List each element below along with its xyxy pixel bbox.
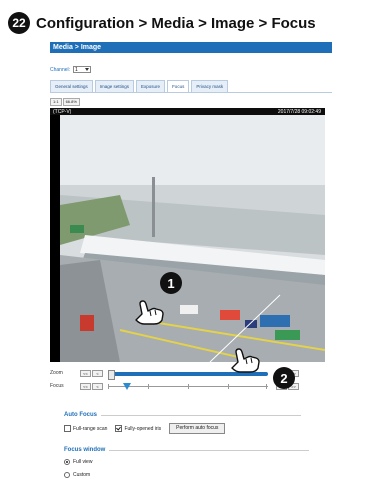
tab-focus[interactable]: Focus — [167, 80, 190, 92]
section-divider — [101, 414, 301, 416]
page-heading: 22 Configuration > Media > Image > Focus — [8, 10, 316, 36]
auto-focus-heading: Auto Focus — [64, 412, 301, 418]
channel-label: Channel: — [50, 66, 71, 73]
view-zoom-controls: 1:1 66.8% — [50, 98, 80, 106]
fully-opened-iris-checkbox[interactable] — [115, 425, 123, 432]
focus-label: Focus — [50, 383, 64, 389]
zoom-out-fast-button[interactable]: << — [80, 369, 91, 377]
tab-image-settings[interactable]: Image settings — [94, 80, 135, 92]
focus-near-button[interactable]: < — [92, 382, 103, 390]
tab-general-settings[interactable]: General settings — [50, 80, 93, 92]
tab-privacy-mask[interactable]: Privacy mask — [191, 80, 229, 92]
full-range-scan-checkbox[interactable] — [64, 425, 71, 432]
tab-exposure[interactable]: Exposure — [136, 80, 166, 92]
callout-2-icon: 2 — [273, 367, 295, 389]
media-image-panel: Media > Image Channel: 1 General setting… — [50, 42, 332, 478]
section-divider — [109, 449, 310, 451]
focus-tick — [188, 383, 189, 389]
custom-label: Custom — [73, 472, 91, 478]
tab-divider — [50, 92, 332, 93]
zoom-1to1-button[interactable]: 1:1 — [50, 98, 62, 106]
channel-value: 1 — [75, 66, 78, 73]
focus-tick — [228, 383, 229, 389]
focus-window-custom[interactable]: Custom — [64, 472, 90, 478]
full-view-radio[interactable] — [64, 459, 70, 465]
tab-bar: General settings Image settings Exposure… — [50, 80, 229, 92]
full-view-label: Full view — [73, 459, 93, 465]
auto-focus-options: Full-range scan Fully-opened iris Perfor… — [64, 423, 226, 434]
zoom-slider-thumb[interactable] — [108, 369, 115, 380]
perform-auto-focus-button[interactable]: Perform auto focus — [169, 423, 226, 434]
zoom-out-button[interactable]: < — [92, 369, 103, 377]
panel-title: Media > Image — [50, 42, 332, 53]
pointing-hand-icon — [135, 300, 164, 325]
focus-slider[interactable] — [108, 382, 268, 390]
zoom-label: Zoom — [50, 370, 63, 376]
focus-row: Focus << < > >> — [50, 381, 300, 391]
live-video[interactable]: (TCP-V) 2017/7/28 09:02:49 — [50, 108, 325, 362]
focus-near-fast-button[interactable]: << — [80, 382, 91, 390]
page-title: Configuration > Media > Image > Focus — [36, 14, 316, 32]
focus-slider-thumb[interactable] — [123, 382, 131, 390]
fully-opened-iris-label: Fully-opened iris — [124, 425, 162, 432]
auto-focus-title: Auto Focus — [64, 412, 97, 418]
focus-window-full-view[interactable]: Full view — [64, 459, 92, 465]
zoom-percent-button[interactable]: 66.8% — [62, 98, 80, 106]
custom-radio[interactable] — [64, 472, 70, 478]
callout-1-icon: 1 — [160, 272, 182, 294]
focus-tick — [266, 383, 268, 389]
full-range-scan-label: Full-range scan — [73, 425, 108, 432]
focus-tick — [108, 383, 109, 389]
focus-tick — [148, 383, 149, 389]
chevron-down-icon — [85, 68, 90, 71]
channel-row: Channel: 1 — [50, 66, 92, 73]
numbered-circle-icon: 22 — [8, 12, 30, 34]
channel-select[interactable]: 1 — [73, 66, 92, 73]
camera-scene — [60, 115, 325, 362]
video-osd-bar: (TCP-V) 2017/7/28 09:02:49 — [50, 108, 325, 115]
pointing-hand-icon — [231, 348, 260, 373]
